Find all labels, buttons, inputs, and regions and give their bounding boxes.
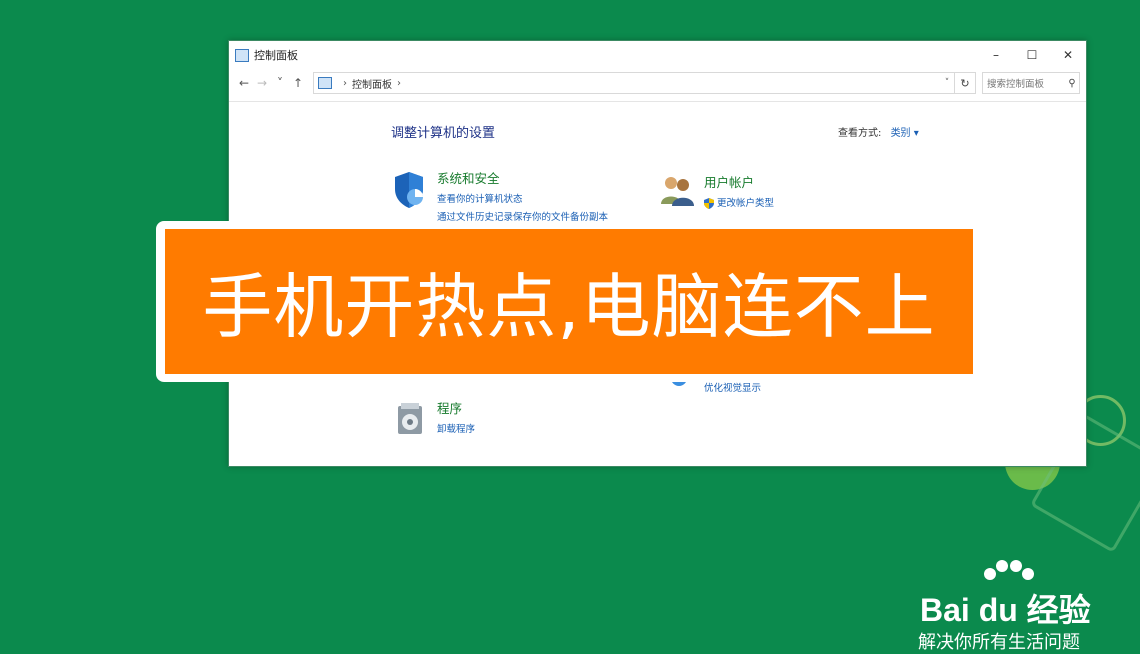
maximize-button[interactable]: ☐ [1014,41,1050,69]
category-user-accounts: 用户帐户 更改帐户类型 [704,172,774,209]
back-button[interactable]: ← [235,76,253,90]
baidu-jingyan-logo: Bai du 经验 [920,592,1091,628]
category-system-security: 系统和安全 查看你的计算机状态 通过文件历史记录保存你的文件备份副本 [437,168,608,223]
up-button[interactable]: ↑ [289,76,307,90]
category-link[interactable]: 优化视觉显示 [704,380,761,394]
shield-icon [395,172,423,208]
close-button[interactable]: ✕ [1050,41,1086,69]
title-bar: 控制面板 – ☐ ✕ [229,41,1086,69]
uac-shield-icon [704,198,714,209]
category-link[interactable]: 查看你的计算机状态 [437,191,608,205]
address-bar: ← → ˅ ↑ › 控制面板 › ˅ ↻ 搜索控制面板 ⚲ [229,69,1086,97]
search-input[interactable]: 搜索控制面板 ⚲ [982,72,1080,94]
category-link[interactable]: 卸载程序 [437,421,475,435]
logo-slogan: 解决你所有生活问题 [918,632,1080,653]
view-by: 查看方式: 类别 ▾ [838,124,919,139]
users-icon [661,177,694,206]
address-field[interactable]: › 控制面板 › ˅ [313,72,955,94]
category-link-text: 更改帐户类型 [717,198,775,209]
caption-text: 手机开热点,电脑连不上 [202,266,936,348]
breadcrumb-control-panel[interactable]: 控制面板 [352,76,392,91]
category-title[interactable]: 用户帐户 [704,172,774,191]
category-link[interactable]: 更改帐户类型 [704,195,774,209]
view-by-label: 查看方式: [838,128,882,139]
page-title: 调整计算机的设置 [391,126,496,141]
window-title: 控制面板 [254,49,298,62]
address-dropdown-button[interactable]: ˅ [940,78,954,88]
refresh-button[interactable]: ↻ [955,72,976,94]
caption-banner: 手机开热点,电脑连不上 [156,221,983,382]
control-panel-icon [235,48,249,62]
programs-icon [398,403,422,434]
recent-locations-button[interactable]: ˅ [271,76,289,90]
search-icon[interactable]: ⚲ [1065,78,1079,89]
search-placeholder: 搜索控制面板 [987,79,1045,90]
category-title[interactable]: 程序 [437,398,475,417]
view-by-dropdown[interactable]: 类别 ▾ [891,128,919,139]
breadcrumb-separator: › [343,77,347,89]
category-title[interactable]: 系统和安全 [437,168,608,187]
category-programs: 程序 卸载程序 [437,398,475,435]
minimize-button[interactable]: – [978,41,1014,69]
caption-banner-inner: 手机开热点,电脑连不上 [165,229,973,374]
breadcrumb-separator[interactable]: › [397,78,401,89]
forward-button[interactable]: → [253,76,271,90]
control-panel-icon [318,77,332,89]
